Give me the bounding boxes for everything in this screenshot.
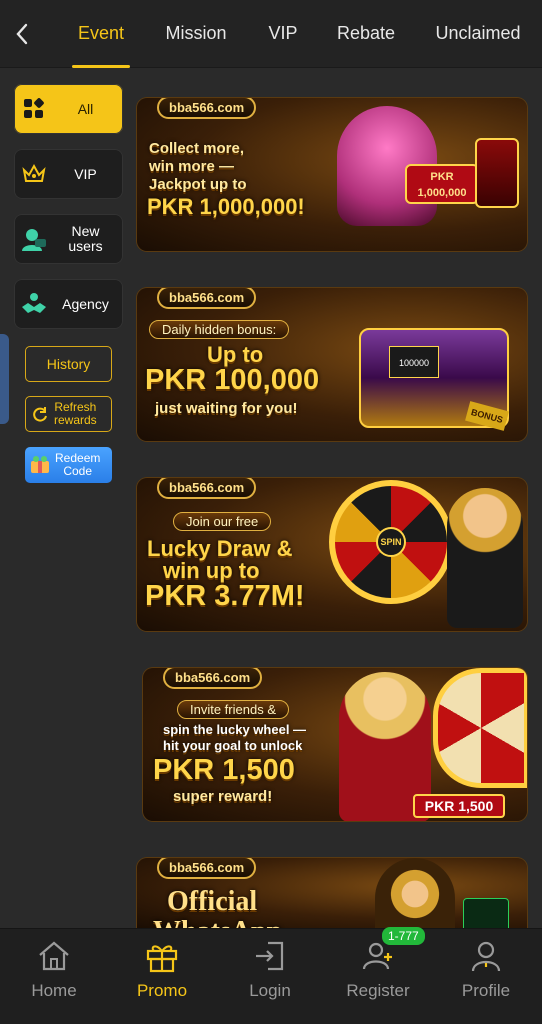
nav-login[interactable]: Login [216,929,324,1024]
brand-logo: bba566.com [157,478,257,499]
promo-banner-jackpot[interactable]: bba566.com Collect more, win more — Jack… [137,98,527,251]
crown-icon [14,162,54,186]
refresh-icon [26,405,54,423]
spin-button: SPIN [376,527,406,557]
profile-icon [471,941,501,972]
tab-rebate[interactable]: Rebate [334,0,398,68]
nav-promo[interactable]: Promo [108,929,216,1024]
promo-banner-daily-bonus[interactable]: bba566.com Daily hidden bonus: Up to PKR… [137,288,527,441]
model-image [447,488,523,628]
nav-register[interactable]: 1-777 Register [324,927,432,1024]
sidebar-item-all[interactable]: All [14,84,123,134]
nav-home[interactable]: Home [0,929,108,1024]
reward-badge: PKR 1,500 [413,794,505,818]
brand-logo: bba566.com [157,288,257,309]
promo-banner-lucky-draw[interactable]: bba566.com Join our free Lucky Draw & wi… [137,478,527,631]
jackpot-badge: PKR 1,000,000 [405,164,479,204]
gift-icon [146,945,178,973]
side-drawer-handle[interactable] [0,334,9,424]
bottom-navigation: Home Promo Login 1-777 Register Profile [0,927,542,1024]
tab-event[interactable]: Event [72,0,130,68]
brand-logo: bba566.com [157,98,257,119]
sidebar-item-label: VIP [74,165,97,182]
handshake-icon [14,291,54,317]
prize-wheel-image [433,668,527,788]
tab-vip[interactable]: VIP [262,0,304,68]
promo-banner-invite-friends[interactable]: bba566.com Invite friends & spin the luc… [143,668,527,821]
sidebar-item-label: All [77,100,94,117]
model-image [375,858,455,928]
brand-logo: bba566.com [157,858,257,879]
phone-image [463,898,509,928]
history-button[interactable]: History [25,346,112,382]
bonus-card: 100000 [389,346,439,378]
brand-logo: bba566.com [163,668,263,689]
slot-machine-image [475,138,519,208]
sidebar-item-new-users[interactable]: New users [14,214,123,264]
nav-profile[interactable]: Profile [432,929,540,1024]
sidebar-item-agency[interactable]: Agency [14,279,123,329]
sidebar-item-vip[interactable]: VIP [14,149,123,199]
top-tab-bar: Event Mission VIP Rebate Unclaimed [0,0,542,68]
gift-code-icon [25,455,55,475]
login-icon [256,941,284,971]
new-user-icon [14,225,54,253]
tab-unclaimed[interactable]: Unclaimed [430,0,526,68]
sidebar-item-label: Agency [62,295,109,312]
home-icon [39,941,69,971]
chevron-left-icon [16,23,28,44]
redeem-code-button[interactable]: Redeem Code [25,447,112,483]
sidebar-item-label: New users [68,223,103,254]
register-badge: 1-777 [382,927,425,945]
tab-mission[interactable]: Mission [160,0,232,68]
back-button[interactable] [0,0,44,68]
promo-banner-whatsapp[interactable]: bba566.com Official WhatsApp [137,858,527,928]
grid-icon [14,97,54,121]
refresh-rewards-button[interactable]: Refresh rewards [25,396,112,432]
